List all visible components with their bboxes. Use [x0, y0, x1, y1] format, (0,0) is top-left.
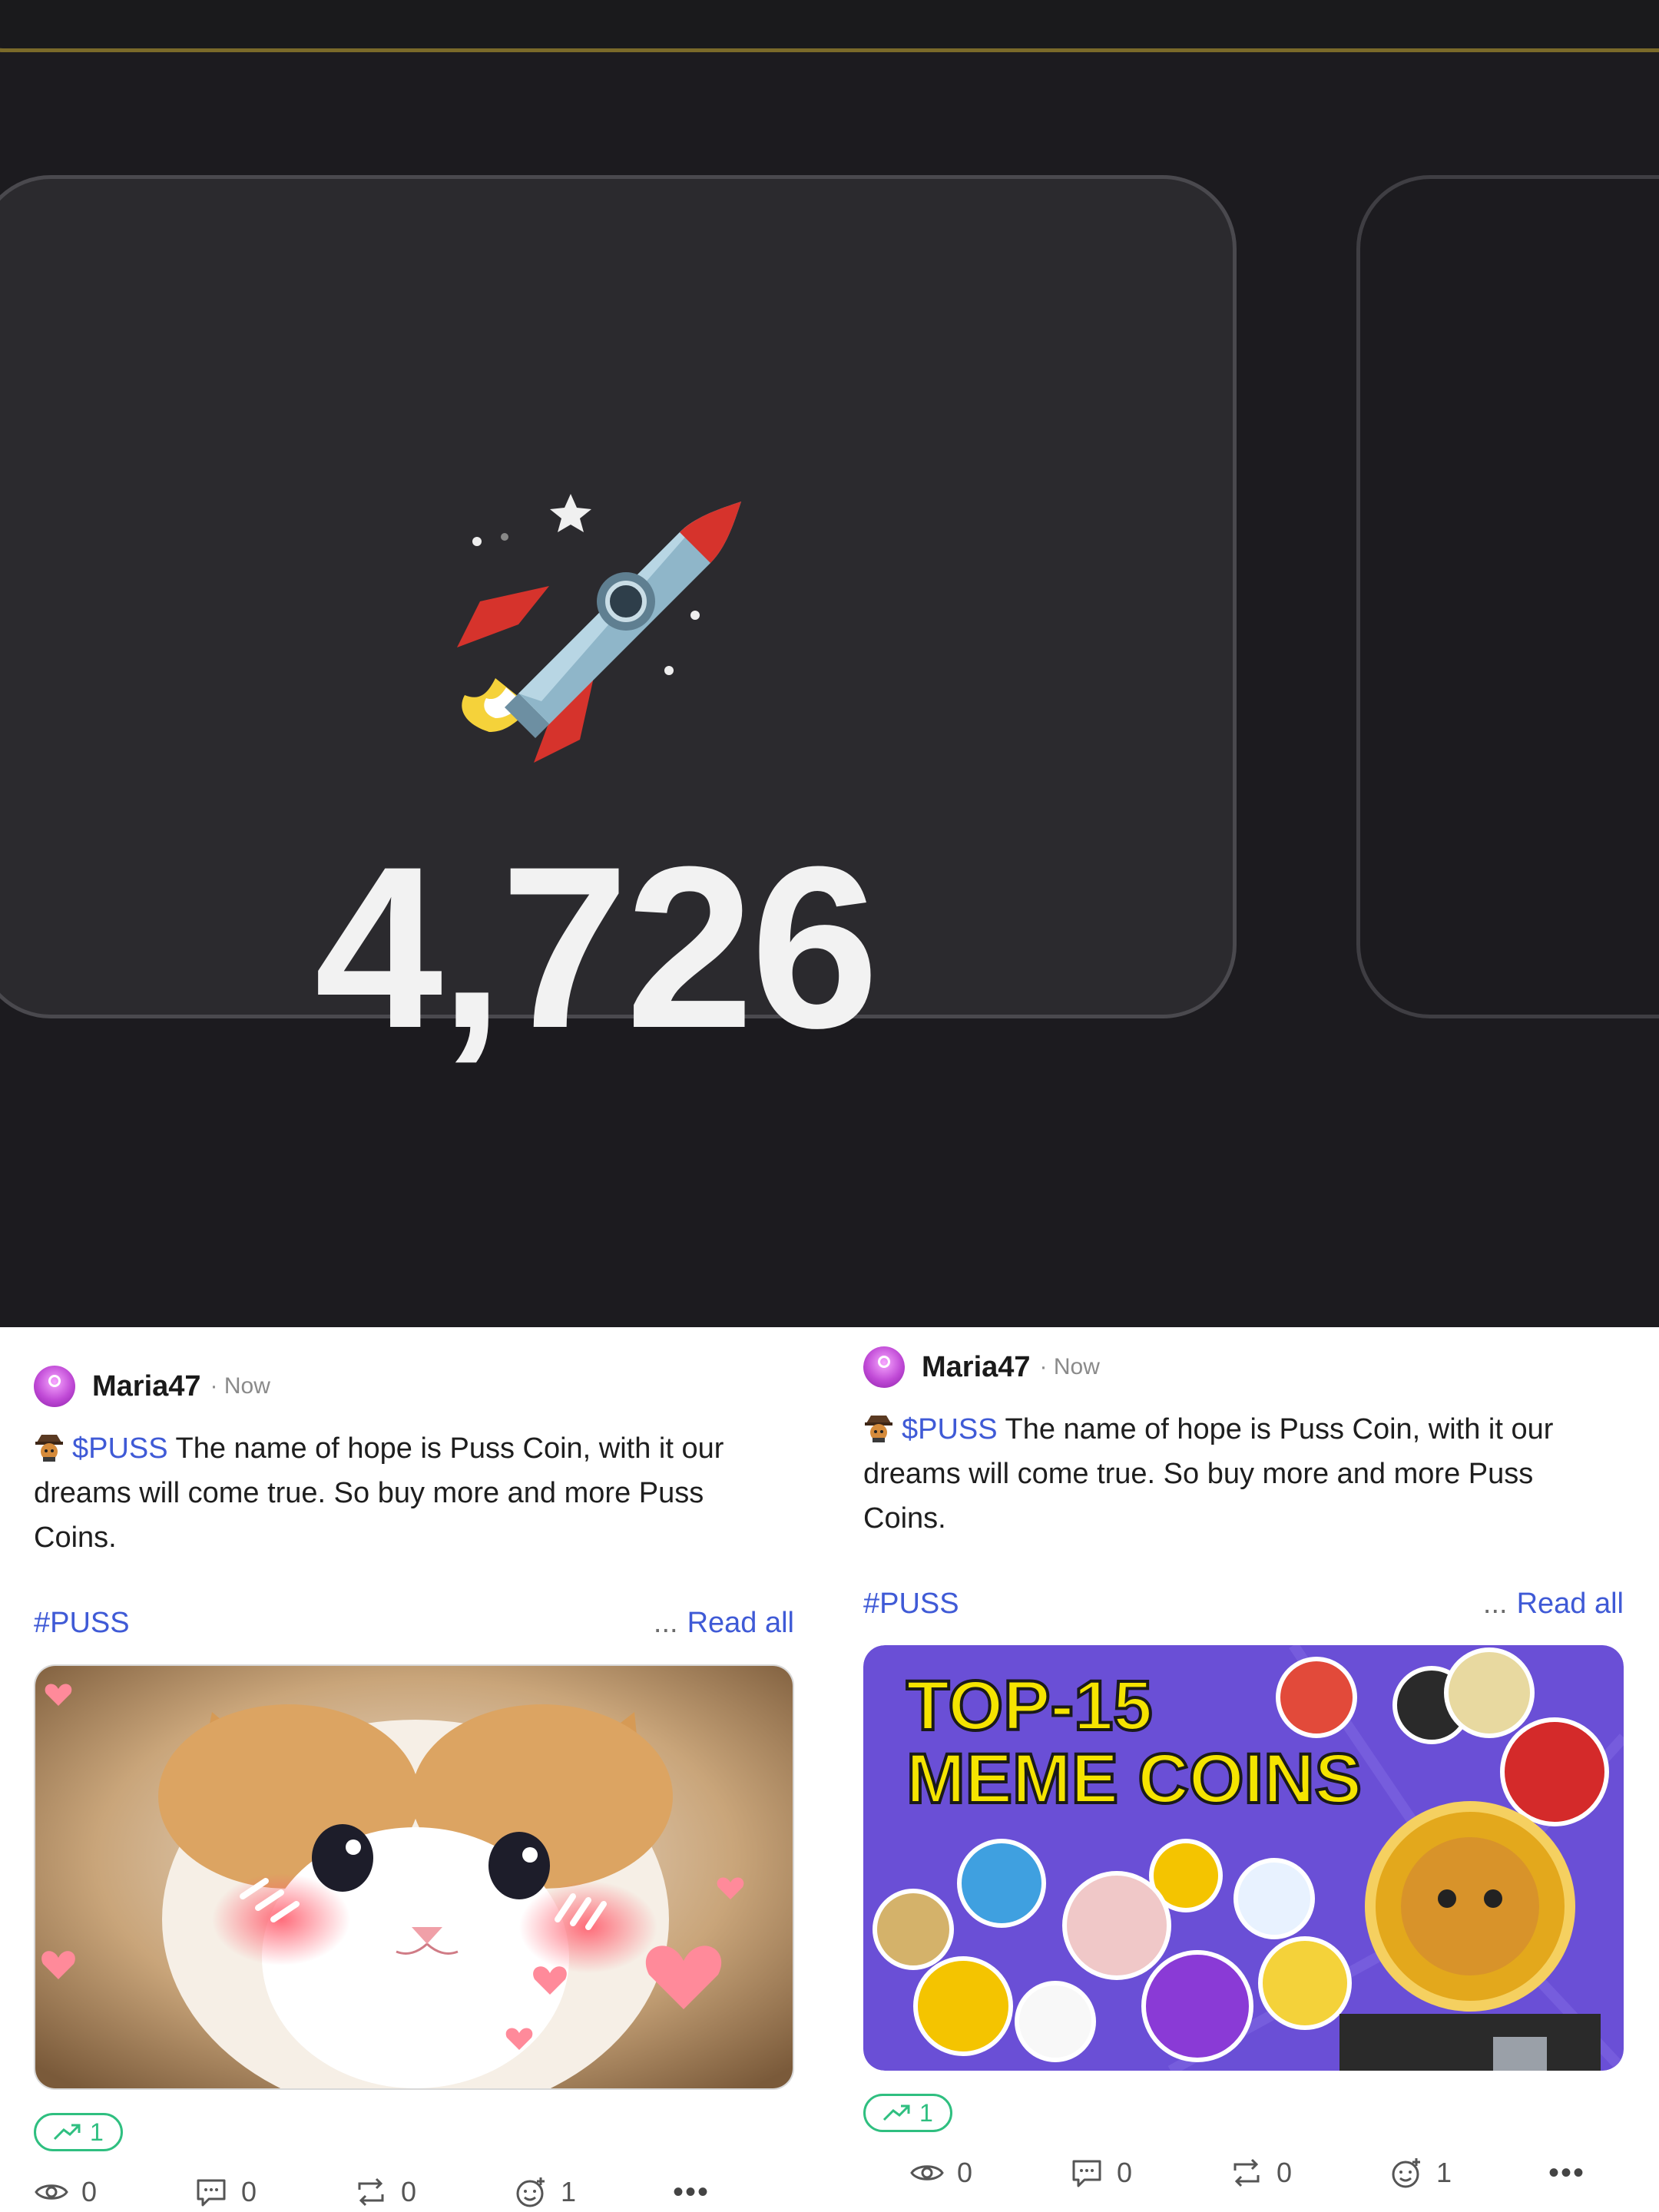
more-options-button[interactable]: ••• [673, 2175, 710, 2210]
author-name[interactable]: Maria47 [922, 1351, 1031, 1384]
views-count: 0 [957, 2157, 973, 2188]
trending-up-icon [882, 2104, 910, 2121]
post-text: $PUSS The name of hope is Puss Coin, wit… [34, 1426, 794, 1560]
reactions-count: 1 [1436, 2157, 1452, 2188]
repost-icon [1233, 2158, 1260, 2187]
add-reaction-icon [516, 2177, 545, 2207]
ticker-link[interactable]: $PUSS [902, 1413, 998, 1445]
ticker-link[interactable]: $PUSS [72, 1432, 168, 1465]
post-actions: 0 0 0 1 ••• [34, 2174, 794, 2210]
views-count: 0 [81, 2176, 98, 2207]
read-all-label: Read all [687, 1606, 794, 1639]
post-card[interactable]: Maria47 · Now $PUSS The name of hope is … [863, 1344, 1624, 2190]
tags-row: #PUSS ... Read all [34, 1600, 794, 1646]
banner-title-line2: MEME COINS [906, 1740, 1362, 1818]
meme-coins-banner: TOP-15 MEME COINS [863, 1645, 1624, 2071]
post-time: · Now [210, 1373, 270, 1399]
read-all-link[interactable]: ... Read all [654, 1607, 794, 1640]
reposts-count: 0 [401, 2176, 417, 2207]
puss-coin-icon [35, 1435, 63, 1462]
read-all-label: Read all [1516, 1587, 1624, 1620]
comment-icon [1072, 2160, 1101, 2187]
top-input-field[interactable] [0, 0, 1659, 52]
views-button[interactable]: 0 [909, 2155, 1069, 2190]
counter-card-secondary[interactable] [1356, 175, 1659, 1018]
counter-value: 4,726 [314, 818, 879, 1076]
stats-panel: 4,726 [0, 0, 1659, 1327]
rocket-icon [457, 494, 741, 763]
meme-coins-image[interactable]: TOP-15 MEME COINS [863, 1645, 1624, 2071]
kitten-image[interactable] [34, 1664, 794, 2090]
author-name[interactable]: Maria47 [92, 1370, 201, 1403]
kitten-photo [35, 1666, 793, 2088]
eye-icon [910, 2165, 944, 2181]
hashtag-link[interactable]: #PUSS [863, 1588, 959, 1621]
add-reaction-icon [1392, 2158, 1420, 2188]
repost-icon [358, 2177, 384, 2207]
tags-row: #PUSS ... Read all [863, 1581, 1624, 1627]
ellipsis-text: ... [1482, 1587, 1508, 1620]
trend-badge[interactable]: 1 [34, 2113, 123, 2151]
reactions-count: 1 [561, 2176, 577, 2207]
comments-count: 0 [1117, 2157, 1133, 2188]
post-time: · Now [1039, 1354, 1100, 1379]
post-actions: 0 0 0 1 ••• [909, 2155, 1624, 2190]
views-button[interactable]: 0 [34, 2174, 194, 2210]
repost-button[interactable]: 0 [1229, 2155, 1389, 2190]
eye-icon [35, 2184, 68, 2200]
comment-button[interactable]: 0 [194, 2174, 353, 2210]
trend-count: 1 [919, 2098, 933, 2127]
avatar[interactable] [34, 1366, 75, 1407]
banner-title-line1: TOP-15 [906, 1667, 1152, 1745]
more-options-button[interactable]: ••• [1548, 2156, 1585, 2190]
puss-coin-icon [865, 1416, 892, 1442]
repost-button[interactable]: 0 [353, 2174, 513, 2210]
hashtag-link[interactable]: #PUSS [34, 1607, 130, 1640]
reaction-button[interactable]: 1 [513, 2174, 673, 2210]
trend-badge[interactable]: 1 [863, 2094, 952, 2132]
trend-count: 1 [90, 2118, 104, 2146]
comment-icon [197, 2179, 226, 2207]
comment-button[interactable]: 0 [1069, 2155, 1229, 2190]
post-header: Maria47 · Now [34, 1363, 794, 1409]
reposts-count: 0 [1277, 2157, 1293, 2188]
ellipsis-text: ... [653, 1606, 678, 1639]
post-text: $PUSS The name of hope is Puss Coin, wit… [863, 1407, 1624, 1541]
read-all-link[interactable]: ... Read all [1483, 1588, 1624, 1621]
post-card[interactable]: Maria47 · Now $PUSS The name of hope is … [34, 1363, 794, 2210]
reaction-button[interactable]: 1 [1389, 2155, 1548, 2190]
post-header: Maria47 · Now [863, 1344, 1624, 1390]
comments-count: 0 [241, 2176, 257, 2207]
trending-up-icon [53, 2124, 81, 2141]
counter-card[interactable]: 4,726 [0, 175, 1237, 1062]
avatar[interactable] [863, 1346, 905, 1388]
